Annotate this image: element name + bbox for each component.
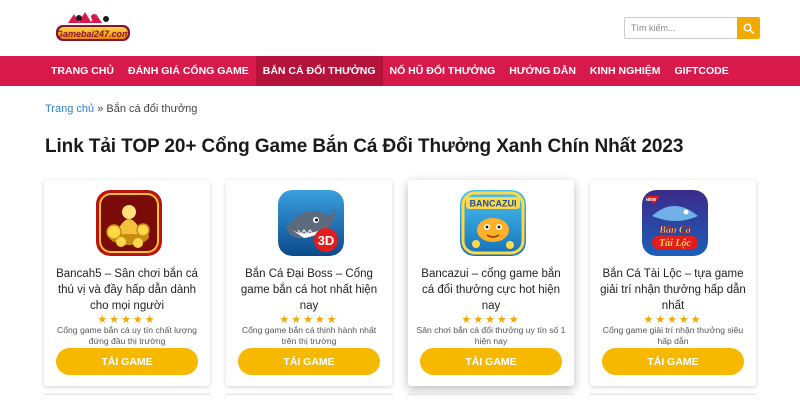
game-card-partial	[44, 394, 210, 400]
next-card-row	[44, 394, 756, 400]
main-nav: TRANG CHỦ ĐÁNH GIÁ CỔNG GAME BẮN CÁ ĐỔI …	[0, 56, 800, 86]
download-button[interactable]: TẢI GAME	[602, 348, 744, 375]
game-card: BANCAZUI Bancazui – cổng game bắn cá đổi…	[408, 180, 574, 386]
ban-ca-tai-loc-icon[interactable]: NEW Bắn Cá Tài Lộc	[642, 190, 708, 256]
card-description: Sân chơi bắn cá đổi thưởng uy tín số 1 h…	[416, 325, 566, 346]
download-button[interactable]: TẢI GAME	[56, 348, 198, 375]
bancazui-icon[interactable]: BANCAZUI	[460, 190, 526, 256]
card-title: Bancah5 – Sân chơi bắn cá thú vị và đầy …	[56, 268, 198, 312]
card-description: Cổng game giải trí nhận thưởng siêu hấp …	[602, 325, 744, 346]
svg-text:BANCAZUI: BANCAZUI	[470, 199, 517, 209]
nav-item-reviews[interactable]: ĐÁNH GIÁ CỔNG GAME	[121, 56, 256, 86]
shark-3d-icon[interactable]: 3D	[278, 190, 344, 256]
search-icon	[743, 23, 754, 34]
game-card-partial	[590, 394, 756, 400]
game-card: 3D Bắn Cá Đại Boss – Cổng game bắn cá ho…	[226, 180, 392, 386]
site-logo[interactable]: Gamebai247.com	[54, 9, 132, 49]
card-title: Bancazui – cổng game bắn cá đổi thưởng c…	[421, 268, 561, 312]
nav-item-fish-shooting[interactable]: BẮN CÁ ĐỔI THƯỞNG	[255, 56, 383, 86]
nav-item-experience[interactable]: KINH NGHIỆM	[583, 56, 668, 86]
breadcrumb: Trang chủ » Bắn cá đổi thưởng	[45, 103, 197, 115]
game-card: Bancah5 – Sân chơi bắn cá thú vị và đầy …	[44, 180, 210, 386]
gold-coins-icon[interactable]	[96, 190, 162, 256]
nav-item-home[interactable]: TRANG CHỦ	[44, 56, 121, 86]
search-button[interactable]	[737, 17, 760, 39]
game-card-partial	[408, 394, 574, 400]
card-description: Cổng game bắn cá thịnh hành nhất trên th…	[241, 325, 377, 346]
nav-item-slots[interactable]: NỔ HŨ ĐỔI THƯỞNG	[383, 56, 503, 86]
card-title: Bắn Cá Đại Boss – Cổng game bắn cá hot n…	[240, 268, 378, 312]
svg-text:3D: 3D	[318, 233, 335, 248]
nav-item-giftcode[interactable]: GIFTCODE	[668, 56, 736, 86]
svg-text:NEW: NEW	[646, 197, 657, 202]
site-header: Gamebai247.com	[0, 0, 800, 56]
game-card-partial	[226, 394, 392, 400]
search-box	[624, 17, 760, 39]
card-title: Bắn Cá Tài Lộc – tựa game giải trí nhận …	[600, 268, 746, 312]
logo-icon: Gamebai247.com	[56, 12, 130, 41]
card-description: Cổng game bắn cá uy tín chất lượng đứng …	[57, 325, 197, 346]
game-card-grid: Bancah5 – Sân chơi bắn cá thú vị và đầy …	[44, 180, 756, 386]
search-input[interactable]	[624, 17, 737, 39]
svg-text:Tài Lộc: Tài Lộc	[659, 238, 691, 249]
breadcrumb-current: Bắn cá đổi thưởng	[106, 103, 198, 115]
download-button[interactable]: TẢI GAME	[238, 348, 380, 375]
download-button[interactable]: TẢI GAME	[420, 348, 562, 375]
svg-text:Gamebai247.com: Gamebai247.com	[56, 29, 130, 39]
breadcrumb-home-link[interactable]: Trang chủ	[45, 103, 94, 115]
nav-item-guides[interactable]: HƯỚNG DẪN	[502, 56, 583, 86]
breadcrumb-separator: »	[97, 103, 104, 115]
game-card: NEW Bắn Cá Tài Lộc Bắn Cá Tài Lộc – tựa …	[590, 180, 756, 386]
svg-text:Bắn Cá: Bắn Cá	[658, 225, 691, 236]
page-title: Link Tải TOP 20+ Cổng Game Bắn Cá Đổi Th…	[45, 136, 684, 157]
